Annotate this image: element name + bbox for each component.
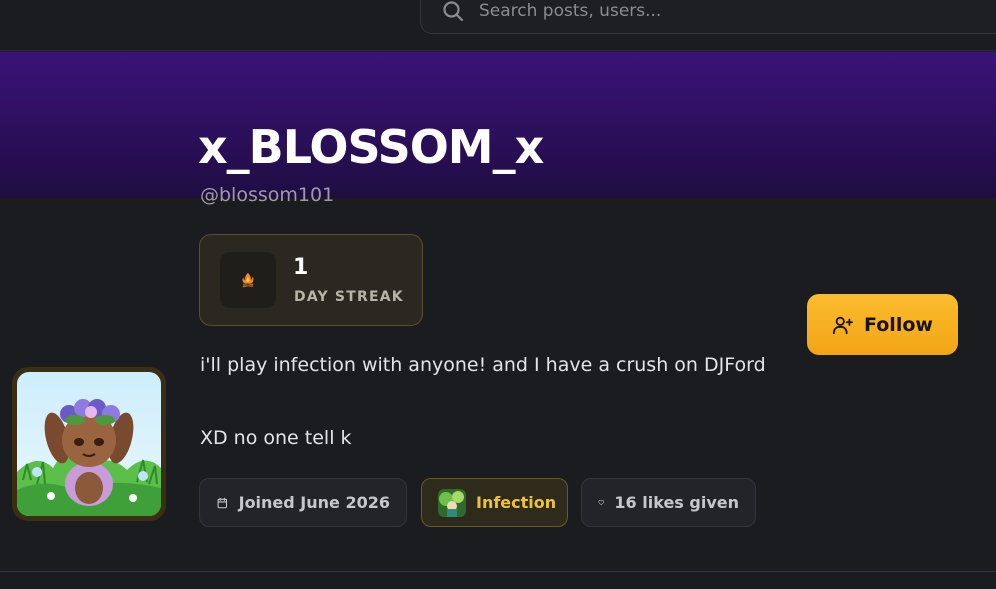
streak-card: 1 DAY STREAK <box>199 234 423 326</box>
streak-label: DAY STREAK <box>294 289 404 305</box>
joined-date-chip: Joined June 2026 <box>199 478 407 527</box>
search-icon <box>443 1 464 22</box>
calendar-icon <box>217 497 228 508</box>
likes-given-label: 16 likes given <box>614 493 739 512</box>
display-name: x_BLOSSOM_x <box>198 120 544 174</box>
campfire-icon <box>242 272 254 288</box>
search-box[interactable] <box>420 0 996 34</box>
avatar[interactable] <box>12 367 166 521</box>
follow-button[interactable]: Follow <box>807 294 958 355</box>
streak-icon-box <box>220 252 276 308</box>
follow-label: Follow <box>864 313 933 336</box>
search-input[interactable] <box>479 1 899 21</box>
favorite-game-label: Infection <box>476 493 557 512</box>
user-plus-icon <box>832 316 854 334</box>
likes-given-chip: 16 likes given <box>581 478 756 527</box>
bio-line: i'll play infection with anyone! and I h… <box>200 354 766 376</box>
game-thumbnail <box>438 488 466 517</box>
heart-icon <box>598 500 604 505</box>
top-bar <box>0 0 996 51</box>
bio-line: XD no one tell k <box>200 427 352 449</box>
favorite-game-chip[interactable]: Infection <box>421 478 568 527</box>
joined-date-label: Joined June 2026 <box>238 493 390 512</box>
username-handle: @blossom101 <box>200 184 335 206</box>
streak-count: 1 <box>293 255 309 280</box>
section-divider <box>0 571 996 572</box>
avatar-image <box>17 372 161 516</box>
